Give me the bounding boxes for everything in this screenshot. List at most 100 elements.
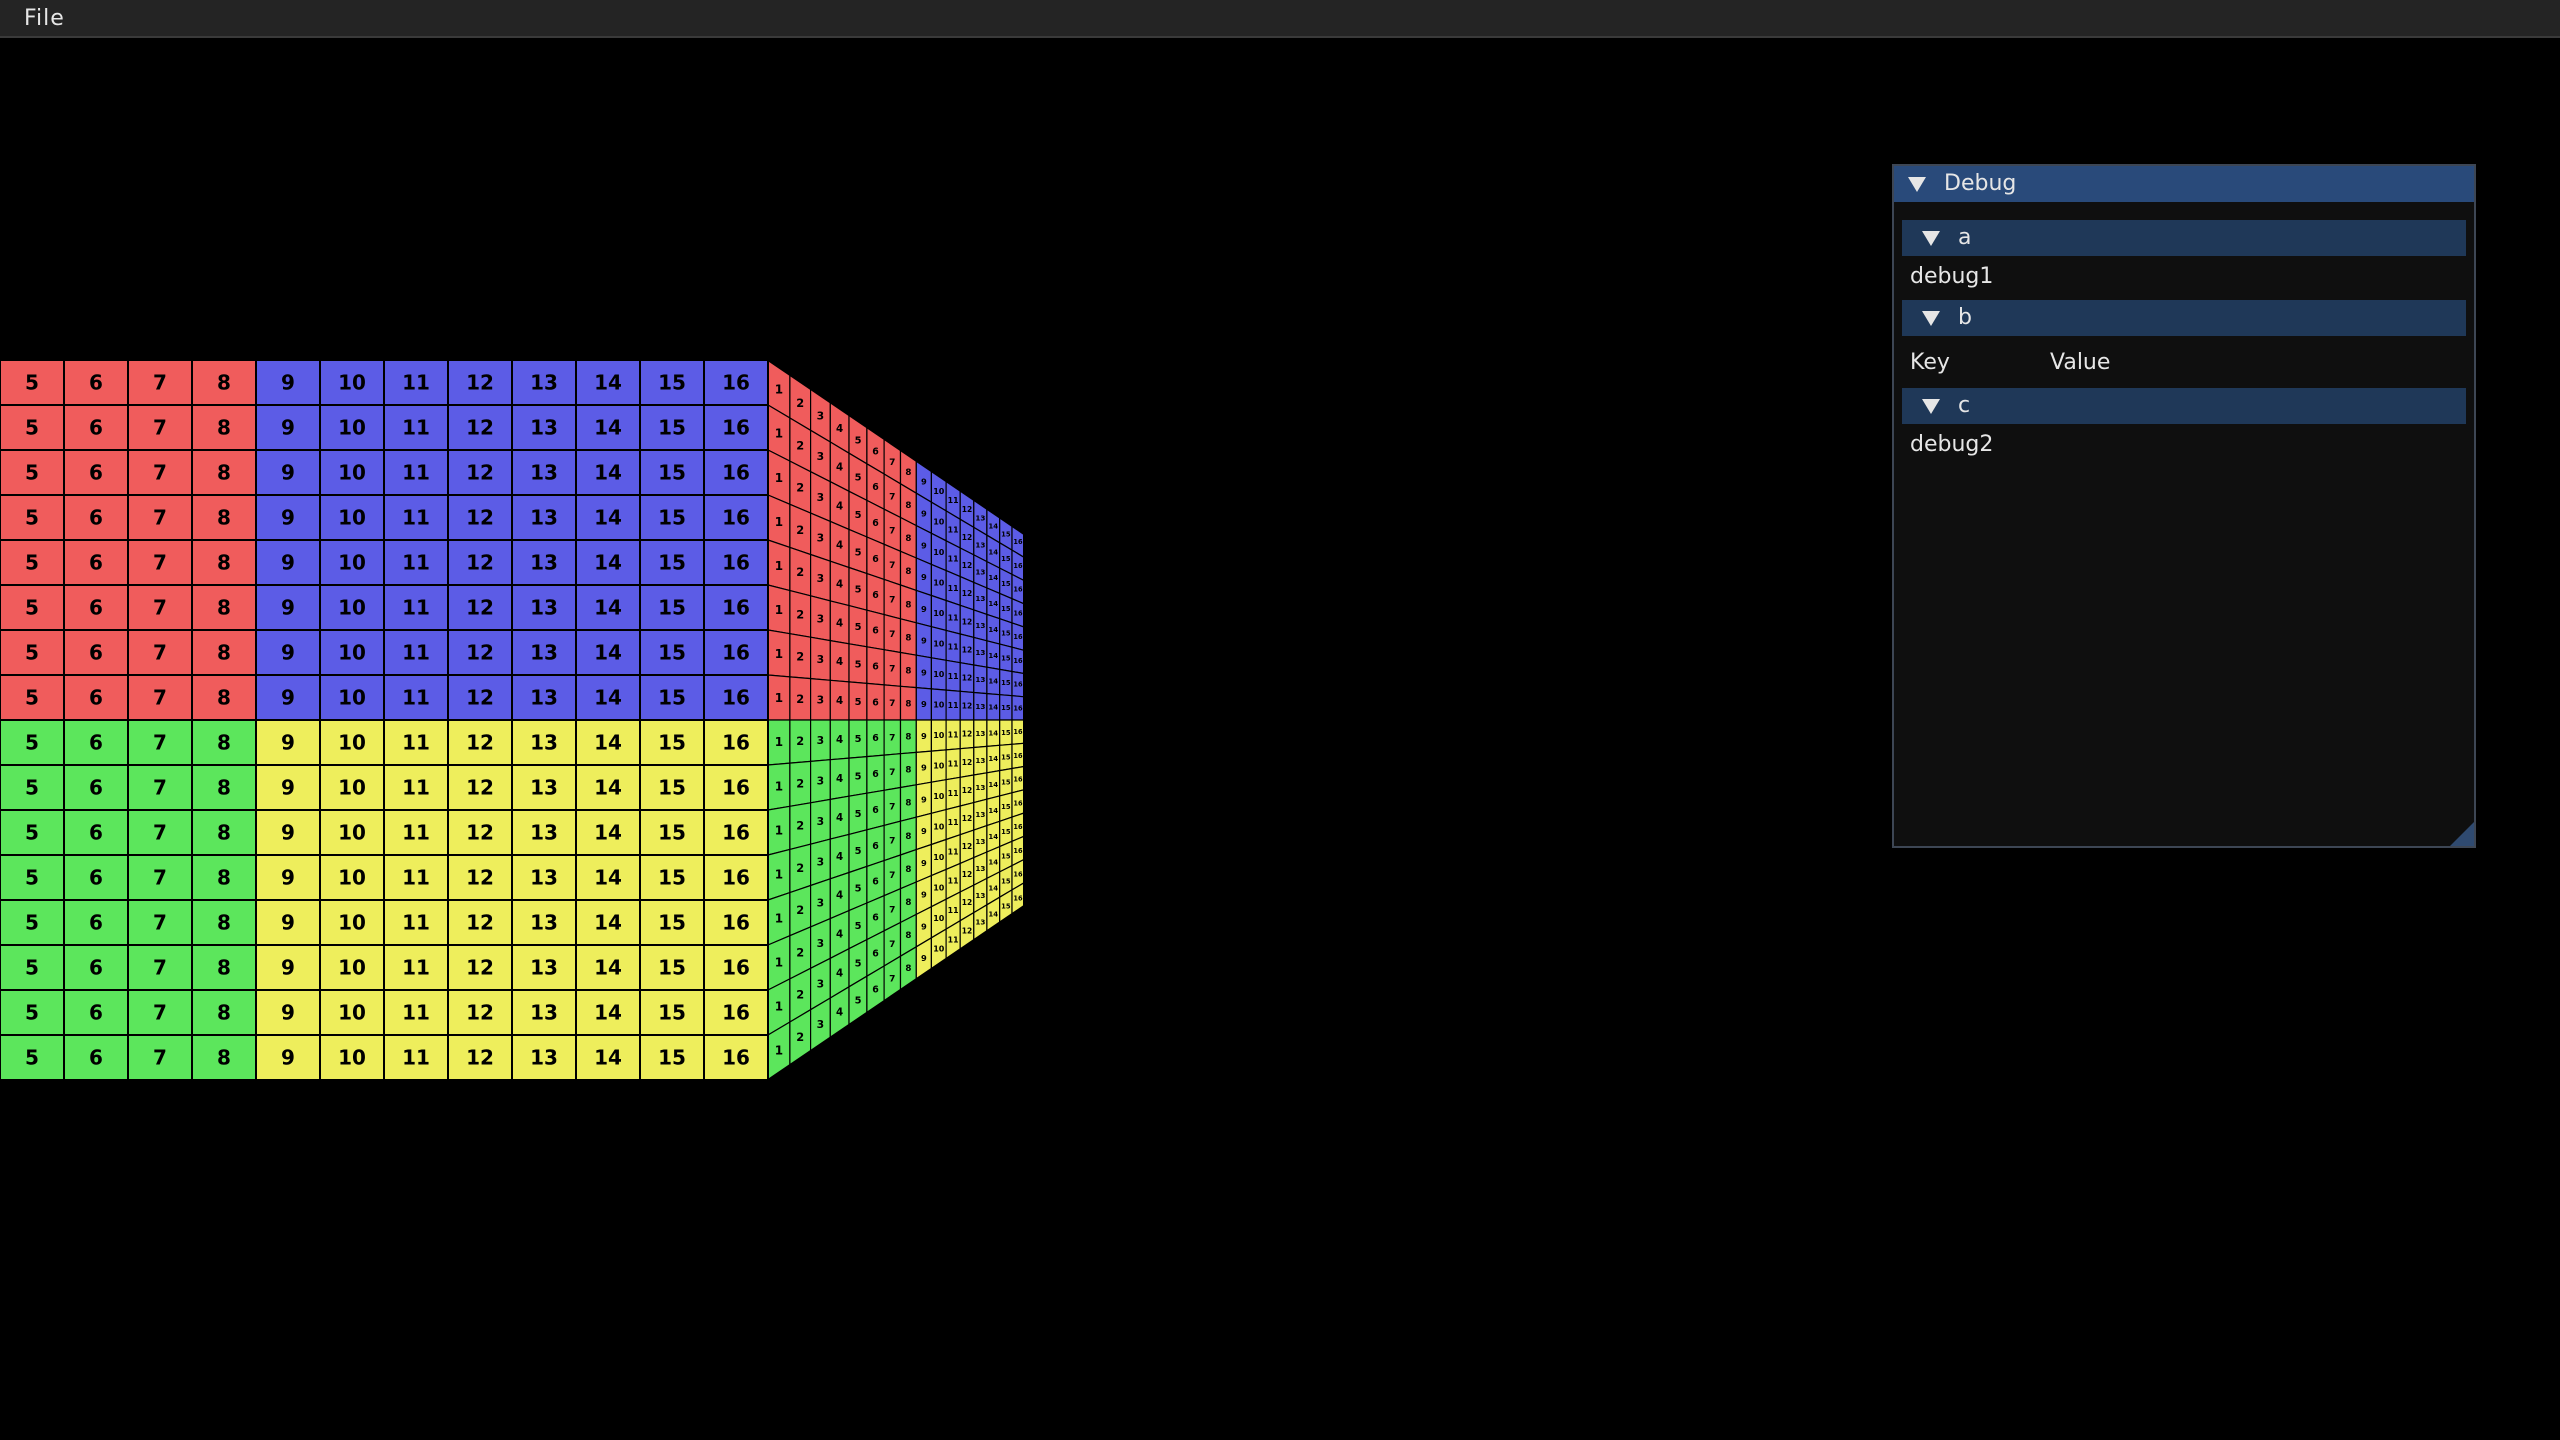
section-header-c[interactable]: c bbox=[1902, 388, 2466, 424]
collapse-arrow-icon[interactable] bbox=[1922, 231, 1940, 246]
collapse-arrow-icon[interactable] bbox=[1922, 399, 1940, 414]
side-tile-label: 6 bbox=[872, 697, 879, 708]
front-tile-label: 10 bbox=[338, 956, 366, 980]
front-tile-label: 12 bbox=[466, 416, 494, 440]
side-tile-label: 3 bbox=[817, 815, 825, 828]
front-tile-label: 6 bbox=[89, 821, 103, 845]
side-tile-label: 9 bbox=[921, 890, 927, 900]
side-tile-label: 10 bbox=[933, 853, 945, 862]
side-tile-label: 3 bbox=[817, 450, 825, 463]
front-tile-label: 8 bbox=[217, 371, 231, 395]
side-tile-label: 16 bbox=[1013, 800, 1023, 808]
front-tile-label: 9 bbox=[281, 866, 295, 890]
side-tile-label: 1 bbox=[775, 647, 783, 661]
side-tile-label: 12 bbox=[962, 702, 972, 711]
side-tile-label: 4 bbox=[836, 462, 843, 474]
front-tile-label: 6 bbox=[89, 506, 103, 530]
side-tile-label: 3 bbox=[817, 937, 825, 950]
side-tile-label: 4 bbox=[836, 812, 843, 824]
side-tile-label: 5 bbox=[855, 884, 862, 895]
front-tile-label: 10 bbox=[338, 1001, 366, 1025]
front-tile-label: 6 bbox=[89, 416, 103, 440]
front-tile-label: 9 bbox=[281, 821, 295, 845]
side-tile-label: 5 bbox=[855, 622, 862, 633]
side-tile-label: 16 bbox=[1013, 728, 1023, 736]
menu-file[interactable]: File bbox=[12, 4, 77, 33]
side-tile-label: 15 bbox=[1001, 828, 1011, 836]
table-header-value: Value bbox=[2050, 350, 2111, 375]
debug-window-title: Debug bbox=[1944, 171, 2017, 196]
side-tile-label: 8 bbox=[905, 633, 911, 643]
side-tile-label: 9 bbox=[921, 699, 927, 709]
front-tile-label: 8 bbox=[217, 551, 231, 575]
collapse-arrow-icon[interactable] bbox=[1908, 177, 1926, 192]
debug-window[interactable]: Debug a debug1 b Key Value c debug2 bbox=[1892, 164, 2476, 848]
side-tile-label: 13 bbox=[975, 810, 985, 819]
side-tile-label: 3 bbox=[817, 410, 825, 423]
side-tile-label: 14 bbox=[988, 859, 998, 867]
side-tile-label: 14 bbox=[988, 781, 998, 789]
front-tile-label: 15 bbox=[658, 821, 686, 845]
side-tile-label: 11 bbox=[948, 701, 959, 710]
side-tile-label: 16 bbox=[1013, 538, 1023, 546]
front-tile-label: 11 bbox=[402, 911, 430, 935]
debug-window-titlebar[interactable]: Debug bbox=[1894, 166, 2474, 202]
front-tile-label: 8 bbox=[217, 596, 231, 620]
side-tile-label: 8 bbox=[905, 865, 911, 875]
side-tile-label: 11 bbox=[948, 555, 959, 564]
side-tile-label: 12 bbox=[962, 674, 972, 683]
front-tile-label: 8 bbox=[217, 686, 231, 710]
side-tile-label: 11 bbox=[948, 935, 959, 944]
side-tile-label: 8 bbox=[905, 700, 911, 710]
front-tile-label: 10 bbox=[338, 416, 366, 440]
section-header-b[interactable]: b bbox=[1902, 300, 2466, 336]
front-tile-label: 7 bbox=[153, 1001, 167, 1025]
front-tile-label: 13 bbox=[530, 1001, 558, 1025]
side-tile-label: 1 bbox=[775, 603, 783, 617]
front-tile-label: 12 bbox=[466, 371, 494, 395]
front-tile-label: 11 bbox=[402, 551, 430, 575]
side-tile-label: 16 bbox=[1013, 847, 1023, 855]
side-tile-label: 9 bbox=[921, 667, 927, 677]
side-tile-label: 6 bbox=[872, 554, 879, 565]
front-tile-label: 5 bbox=[25, 731, 39, 755]
side-tile-label: 2 bbox=[796, 650, 804, 664]
side-tile-label: 13 bbox=[975, 675, 985, 684]
front-tile-label: 7 bbox=[153, 776, 167, 800]
side-tile-label: 4 bbox=[836, 501, 843, 513]
side-tile-label: 3 bbox=[817, 572, 825, 585]
front-tile-label: 16 bbox=[722, 1046, 750, 1070]
side-tile-label: 14 bbox=[988, 755, 998, 763]
front-tile-label: 12 bbox=[466, 596, 494, 620]
side-tile-label: 7 bbox=[889, 871, 895, 881]
resize-grip[interactable] bbox=[2450, 822, 2474, 846]
front-tile-label: 16 bbox=[722, 686, 750, 710]
side-tile-label: 3 bbox=[817, 531, 825, 544]
front-tile-label: 8 bbox=[217, 731, 231, 755]
section-label-b: b bbox=[1958, 305, 1972, 330]
front-tile-label: 10 bbox=[338, 596, 366, 620]
side-tile-label: 14 bbox=[988, 885, 998, 893]
front-tile-label: 12 bbox=[466, 866, 494, 890]
front-tile-label: 13 bbox=[530, 371, 558, 395]
section-header-a[interactable]: a bbox=[1902, 220, 2466, 256]
side-tile-label: 8 bbox=[905, 666, 911, 676]
side-tile-label: 16 bbox=[1013, 681, 1023, 689]
front-tile-label: 16 bbox=[722, 506, 750, 530]
collapse-arrow-icon[interactable] bbox=[1922, 311, 1940, 326]
side-tile-label: 3 bbox=[817, 653, 825, 666]
front-tile-label: 13 bbox=[530, 911, 558, 935]
front-tile-label: 8 bbox=[217, 911, 231, 935]
side-tile-label: 15 bbox=[1001, 803, 1011, 811]
front-tile-label: 9 bbox=[281, 686, 295, 710]
front-tile-label: 14 bbox=[594, 371, 622, 395]
side-tile-label: 14 bbox=[988, 704, 998, 712]
front-tile-label: 8 bbox=[217, 956, 231, 980]
side-tile-label: 13 bbox=[975, 837, 985, 846]
front-tile-label: 10 bbox=[338, 776, 366, 800]
side-tile-label: 2 bbox=[796, 481, 804, 495]
front-tile-label: 11 bbox=[402, 1001, 430, 1025]
front-tile-label: 11 bbox=[402, 641, 430, 665]
front-tile-label: 12 bbox=[466, 821, 494, 845]
front-tile-label: 5 bbox=[25, 461, 39, 485]
